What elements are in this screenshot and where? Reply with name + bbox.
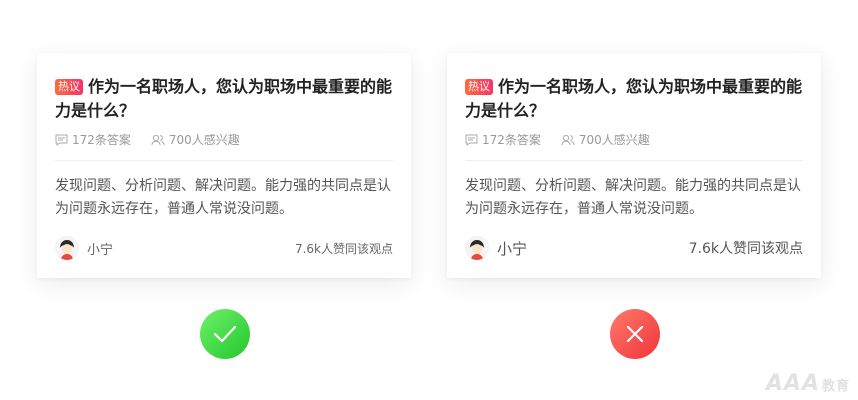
interested-count: 700人感兴趣 xyxy=(151,131,240,148)
watermark-text: AAA xyxy=(765,371,820,396)
avatar[interactable] xyxy=(55,236,79,260)
answer-excerpt[interactable]: 发现问题、分析问题、解决问题。能力强的共同点是认为问题永远存在，普通人常说没问题… xyxy=(465,175,805,221)
user-info[interactable]: 小宁 xyxy=(465,236,527,260)
card-footer: 小宁 7.6k人赞同该观点 xyxy=(465,235,803,261)
meta-row: 172条答案 700人感兴趣 xyxy=(465,131,670,148)
answers-count: 172条答案 xyxy=(465,131,541,148)
card-footer: 小宁 7.6k人赞同该观点 xyxy=(55,235,393,261)
question-title[interactable]: 作为一名职场人，您认为职场中最重要的能力是什么？ xyxy=(55,77,392,120)
comment-icon xyxy=(55,134,68,146)
user-info[interactable]: 小宁 xyxy=(55,236,113,260)
question-title[interactable]: 作为一名职场人，您认为职场中最重要的能力是什么？ xyxy=(465,77,802,120)
watermark: AAA 教育 xyxy=(766,371,850,396)
likes-count: 7.6k人赞同该观点 xyxy=(294,241,393,256)
answers-label: 172条答案 xyxy=(482,133,541,147)
interested-count: 700人感兴趣 xyxy=(561,131,650,148)
answers-label: 172条答案 xyxy=(72,133,131,147)
meta-row: 172条答案 700人感兴趣 xyxy=(55,131,260,148)
cross-icon xyxy=(626,325,644,343)
divider xyxy=(465,160,803,161)
title-row: 热议 作为一名职场人，您认为职场中最重要的能力是什么？ xyxy=(465,75,805,123)
comment-icon xyxy=(465,134,478,146)
good-mark xyxy=(200,309,250,359)
username[interactable]: 小宁 xyxy=(87,239,113,258)
question-card-good[interactable]: 热议 作为一名职场人，您认为职场中最重要的能力是什么？ 172条答案 700人感兴… xyxy=(37,53,411,278)
avatar-icon xyxy=(465,236,489,260)
watermark-sub: 教育 xyxy=(821,379,850,394)
users-icon xyxy=(561,134,575,145)
answers-count: 172条答案 xyxy=(55,131,131,148)
question-card-bad[interactable]: 热议 作为一名职场人，您认为职场中最重要的能力是什么？ 172条答案 700人感兴… xyxy=(447,53,821,278)
bad-mark xyxy=(610,309,660,359)
answer-excerpt[interactable]: 发现问题、分析问题、解决问题。能力强的共同点是认为问题永远存在，普通人常说没问题… xyxy=(55,175,395,221)
username[interactable]: 小宁 xyxy=(497,238,527,259)
title-row: 热议 作为一名职场人，您认为职场中最重要的能力是什么？ xyxy=(55,75,395,123)
check-icon xyxy=(213,325,237,343)
hot-badge: 热议 xyxy=(55,79,83,95)
hot-badge: 热议 xyxy=(465,79,493,95)
interested-label: 700人感兴趣 xyxy=(168,133,240,147)
users-icon xyxy=(151,134,165,145)
avatar[interactable] xyxy=(465,236,489,260)
interested-label: 700人感兴趣 xyxy=(578,133,650,147)
likes-count: 7.6k人赞同该观点 xyxy=(688,241,803,257)
avatar-icon xyxy=(55,236,79,260)
divider xyxy=(55,160,393,161)
